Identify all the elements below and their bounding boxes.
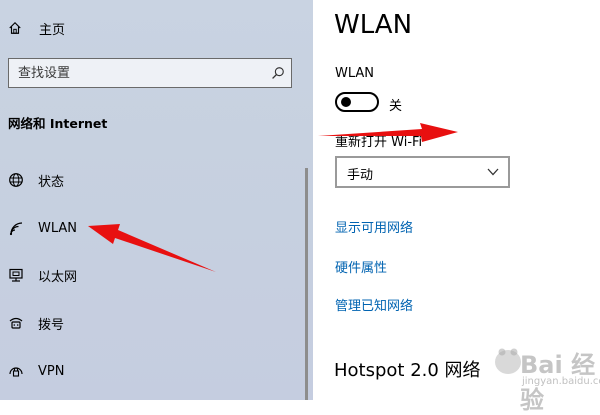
sidebar-item-label: 以太网 bbox=[38, 269, 78, 285]
show-available-networks-link[interactable]: 显示可用网络 bbox=[335, 217, 413, 236]
sidebar-item-label: 状态 bbox=[38, 174, 65, 190]
home-icon bbox=[9, 21, 21, 34]
settings-search[interactable] bbox=[8, 58, 292, 88]
watermark-url: jingyan.baidu.com bbox=[522, 376, 600, 387]
sidebar: 主页 网络和 Internet 状态 bbox=[0, 0, 313, 400]
wifi-icon bbox=[6, 218, 26, 238]
chevron-down-icon bbox=[487, 168, 499, 176]
hotspot-section-title: Hotspot 2.0 网络 bbox=[334, 360, 481, 381]
wlan-toggle-label: WLAN bbox=[335, 66, 375, 81]
search-icon[interactable] bbox=[271, 66, 285, 80]
home-link[interactable]: 主页 bbox=[8, 17, 65, 39]
sidebar-item-label: VPN bbox=[38, 363, 65, 379]
sidebar-item-vpn[interactable]: VPN bbox=[0, 355, 300, 387]
manage-known-networks-link[interactable]: 管理已知网络 bbox=[335, 295, 413, 314]
sidebar-item-ethernet[interactable]: 以太网 bbox=[0, 259, 300, 291]
section-title: 网络和 Internet bbox=[8, 116, 108, 131]
ethernet-icon bbox=[6, 265, 26, 285]
reopen-wifi-dropdown[interactable]: 手动 bbox=[335, 156, 510, 188]
search-input[interactable] bbox=[9, 59, 264, 87]
wlan-toggle[interactable] bbox=[335, 92, 379, 112]
page-title: WLAN bbox=[334, 10, 413, 40]
hardware-properties-link[interactable]: 硬件属性 bbox=[335, 257, 387, 276]
reopen-wifi-label: 重新打开 Wi-Fi bbox=[335, 135, 423, 150]
vpn-icon bbox=[6, 361, 26, 381]
dropdown-value: 手动 bbox=[347, 168, 374, 183]
sidebar-item-dialup[interactable]: 拨号 bbox=[0, 307, 300, 339]
toggle-state-label: 关 bbox=[389, 99, 403, 114]
sidebar-scrollbar[interactable] bbox=[305, 168, 308, 400]
sidebar-item-wlan[interactable]: WLAN bbox=[0, 212, 300, 244]
globe-icon bbox=[6, 170, 26, 190]
sidebar-item-label: 拨号 bbox=[38, 317, 65, 333]
toggle-knob bbox=[341, 97, 351, 107]
home-label: 主页 bbox=[39, 22, 66, 38]
sidebar-item-status[interactable]: 状态 bbox=[0, 164, 300, 196]
sidebar-item-label: WLAN bbox=[38, 220, 78, 236]
dialup-icon bbox=[6, 313, 26, 333]
